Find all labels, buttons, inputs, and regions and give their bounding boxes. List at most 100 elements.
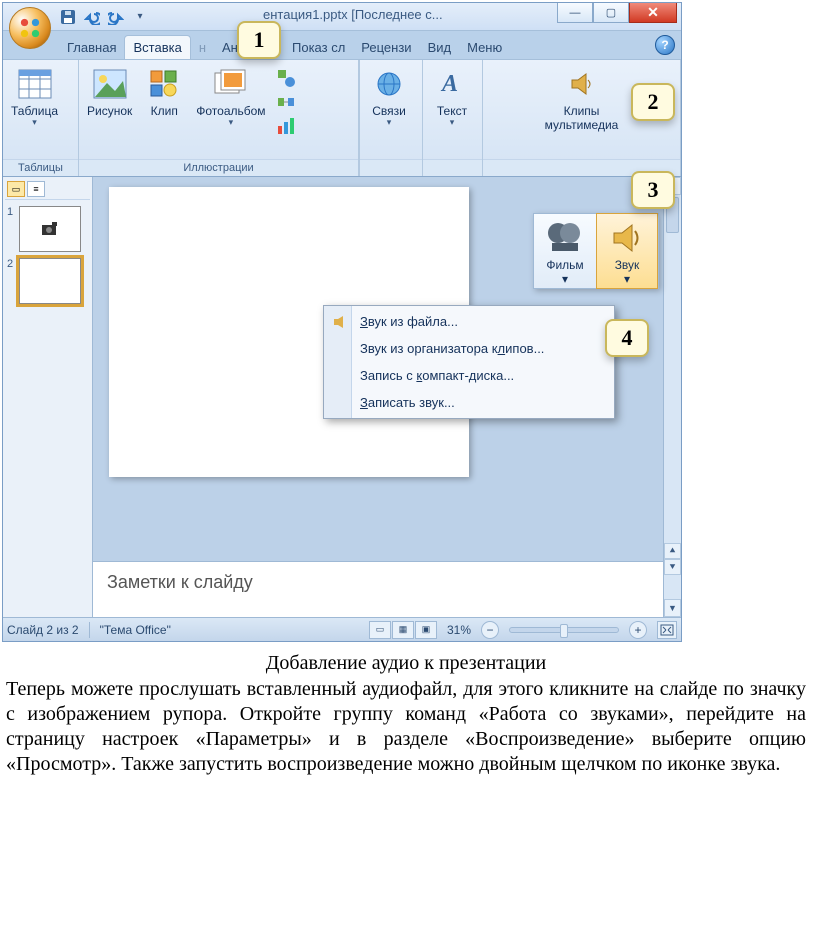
table-icon [17, 66, 53, 102]
next-slide-icon[interactable]: ⯆ [664, 559, 681, 575]
statusbar: Слайд 2 из 2 "Тема Office" ▭ ▦ ▣ 31% − + [3, 617, 681, 641]
photoalbum-label: Фотоальбом [196, 104, 265, 118]
text-label: Текст [437, 104, 467, 118]
status-slide: Слайд 2 из 2 [7, 623, 79, 637]
normal-view-icon[interactable]: ▭ [369, 621, 391, 639]
sound-icon [607, 218, 647, 258]
tab-view[interactable]: Вид [420, 36, 460, 59]
thumb-1-preview [19, 206, 81, 252]
links-button[interactable]: Связи ▾ [364, 64, 414, 128]
body-paragraph: Теперь можете прослушать вставленный ауд… [6, 677, 806, 777]
ribbon-tabs: Главная Вставка н Анимаци Показ сл Рецен… [59, 31, 681, 59]
callout-2: 2 [631, 83, 675, 121]
sound-button[interactable]: Звук ▾ [596, 213, 658, 289]
dd-sound-from-organizer[interactable]: Звук из организатора клипов... [326, 335, 612, 362]
window-buttons: — ▢ ✕ [557, 3, 677, 23]
movie-label: Фильм [546, 258, 583, 272]
thumb-2[interactable]: 2 [7, 258, 88, 304]
maximize-button[interactable]: ▢ [593, 3, 629, 23]
dd-from-cd[interactable]: Запись с компакт-диска... [326, 362, 612, 389]
zoom-out-button[interactable]: − [481, 621, 499, 639]
ribbon: Таблица ▾ Таблицы Рисунок Клип Фотоальбо… [3, 59, 681, 177]
sound-dropdown: Звук из файла... Звук из организатора кл… [323, 305, 615, 419]
text-button[interactable]: A Текст ▾ [427, 64, 477, 128]
callout-3: 3 [631, 171, 675, 209]
slideshow-view-icon[interactable]: ▣ [415, 621, 437, 639]
tab-hidden[interactable]: н [191, 36, 214, 59]
panel-tabs: ▭ ≡ [5, 179, 90, 200]
group-tables-label: Таблицы [3, 159, 78, 176]
notes-area[interactable]: Заметки к слайду [93, 561, 663, 617]
minimize-button[interactable]: — [557, 3, 593, 23]
media-clips-label: Клипы мультимедиа [545, 104, 619, 132]
callout-4: 4 [605, 319, 649, 357]
tab-review[interactable]: Рецензи [353, 36, 419, 59]
tab-slideshow[interactable]: Показ сл [284, 36, 353, 59]
slide-panel: ▭ ≡ 1 2 [3, 177, 93, 617]
table-label: Таблица [11, 104, 58, 118]
links-label: Связи [372, 104, 406, 118]
shapes-column [276, 64, 296, 136]
svg-text:A: A [440, 71, 458, 97]
thumb-2-preview [19, 258, 81, 304]
status-zoom: 31% [447, 623, 471, 637]
fit-window-button[interactable] [657, 621, 677, 639]
media-popup: Фильм ▾ Звук ▾ [533, 213, 659, 289]
speaker-small-icon [332, 314, 348, 330]
view-buttons: ▭ ▦ ▣ [369, 621, 437, 639]
group-illustrations-label: Иллюстрации [79, 159, 358, 176]
tab-insert[interactable]: Вставка [124, 35, 190, 59]
movie-button[interactable]: Фильм ▾ [534, 214, 596, 288]
media-clips-button[interactable]: Клипы мультимедиа [532, 64, 632, 134]
picture-button[interactable]: Рисунок [83, 64, 136, 120]
group-links-label [360, 159, 422, 176]
picture-icon [92, 66, 128, 102]
office-button[interactable] [9, 7, 51, 49]
close-button[interactable]: ✕ [629, 3, 677, 23]
help-button[interactable]: ? [655, 35, 675, 55]
window-title: ентация1.pptx [Последнее с... [263, 7, 443, 22]
movie-icon [545, 218, 585, 258]
table-button[interactable]: Таблица ▾ [7, 64, 62, 128]
tab-menu[interactable]: Меню [459, 36, 510, 59]
status-theme: "Тема Office" [100, 623, 171, 637]
photoalbum-icon [213, 66, 249, 102]
redo-icon[interactable] [107, 8, 125, 26]
group-text-label [423, 159, 482, 176]
clip-button[interactable]: Клип [142, 64, 186, 120]
sorter-view-icon[interactable]: ▦ [392, 621, 414, 639]
chart-icon[interactable] [276, 116, 296, 136]
group-links: Связи ▾ [359, 60, 423, 176]
powerpoint-window: ▾ ентация1.pptx [Последнее с... — ▢ ✕ Гл… [2, 2, 682, 642]
save-icon[interactable] [59, 8, 77, 26]
slides-tab-icon[interactable]: ▭ [7, 181, 25, 197]
undo-icon[interactable] [83, 8, 101, 26]
dd-sound-from-file[interactable]: Звук из файла... [326, 308, 612, 335]
dd-record-sound[interactable]: Записать звук... [326, 389, 612, 416]
document-text: Добавление аудио к презентации Теперь мо… [0, 642, 812, 781]
links-icon [371, 66, 407, 102]
notes-placeholder: Заметки к слайду [107, 572, 253, 592]
scroll-down-icon[interactable]: ▼ [664, 599, 681, 617]
shapes-icon[interactable] [276, 68, 296, 88]
photoalbum-button[interactable]: Фотоальбом ▾ [192, 64, 269, 128]
tab-home[interactable]: Главная [59, 36, 124, 59]
titlebar: ▾ ентация1.pptx [Последнее с... — ▢ ✕ [3, 3, 681, 31]
figure-caption: Добавление аудио к презентации [6, 652, 806, 675]
smartart-icon[interactable] [276, 92, 296, 112]
zoom-slider[interactable] [509, 627, 619, 633]
vertical-scrollbar[interactable]: ▲ ⯅ ⯆ ▼ [663, 177, 681, 617]
qat-more-icon[interactable]: ▾ [131, 8, 149, 26]
thumb-1[interactable]: 1 [7, 206, 88, 252]
speaker-icon [564, 66, 600, 102]
outline-tab-icon[interactable]: ≡ [27, 181, 45, 197]
group-illustrations: Рисунок Клип Фотоальбом ▾ Иллюстрации [79, 60, 359, 176]
zoom-in-button[interactable]: + [629, 621, 647, 639]
zoom-slider-thumb[interactable] [560, 624, 568, 638]
dd-item-1-rest: вук из файла... [368, 314, 458, 329]
sound-label: Звук [615, 258, 640, 272]
group-text: A Текст ▾ [423, 60, 483, 176]
prev-slide-icon[interactable]: ⯅ [664, 543, 681, 559]
quick-access-toolbar: ▾ [59, 8, 149, 26]
callout-1: 1 [237, 21, 281, 59]
